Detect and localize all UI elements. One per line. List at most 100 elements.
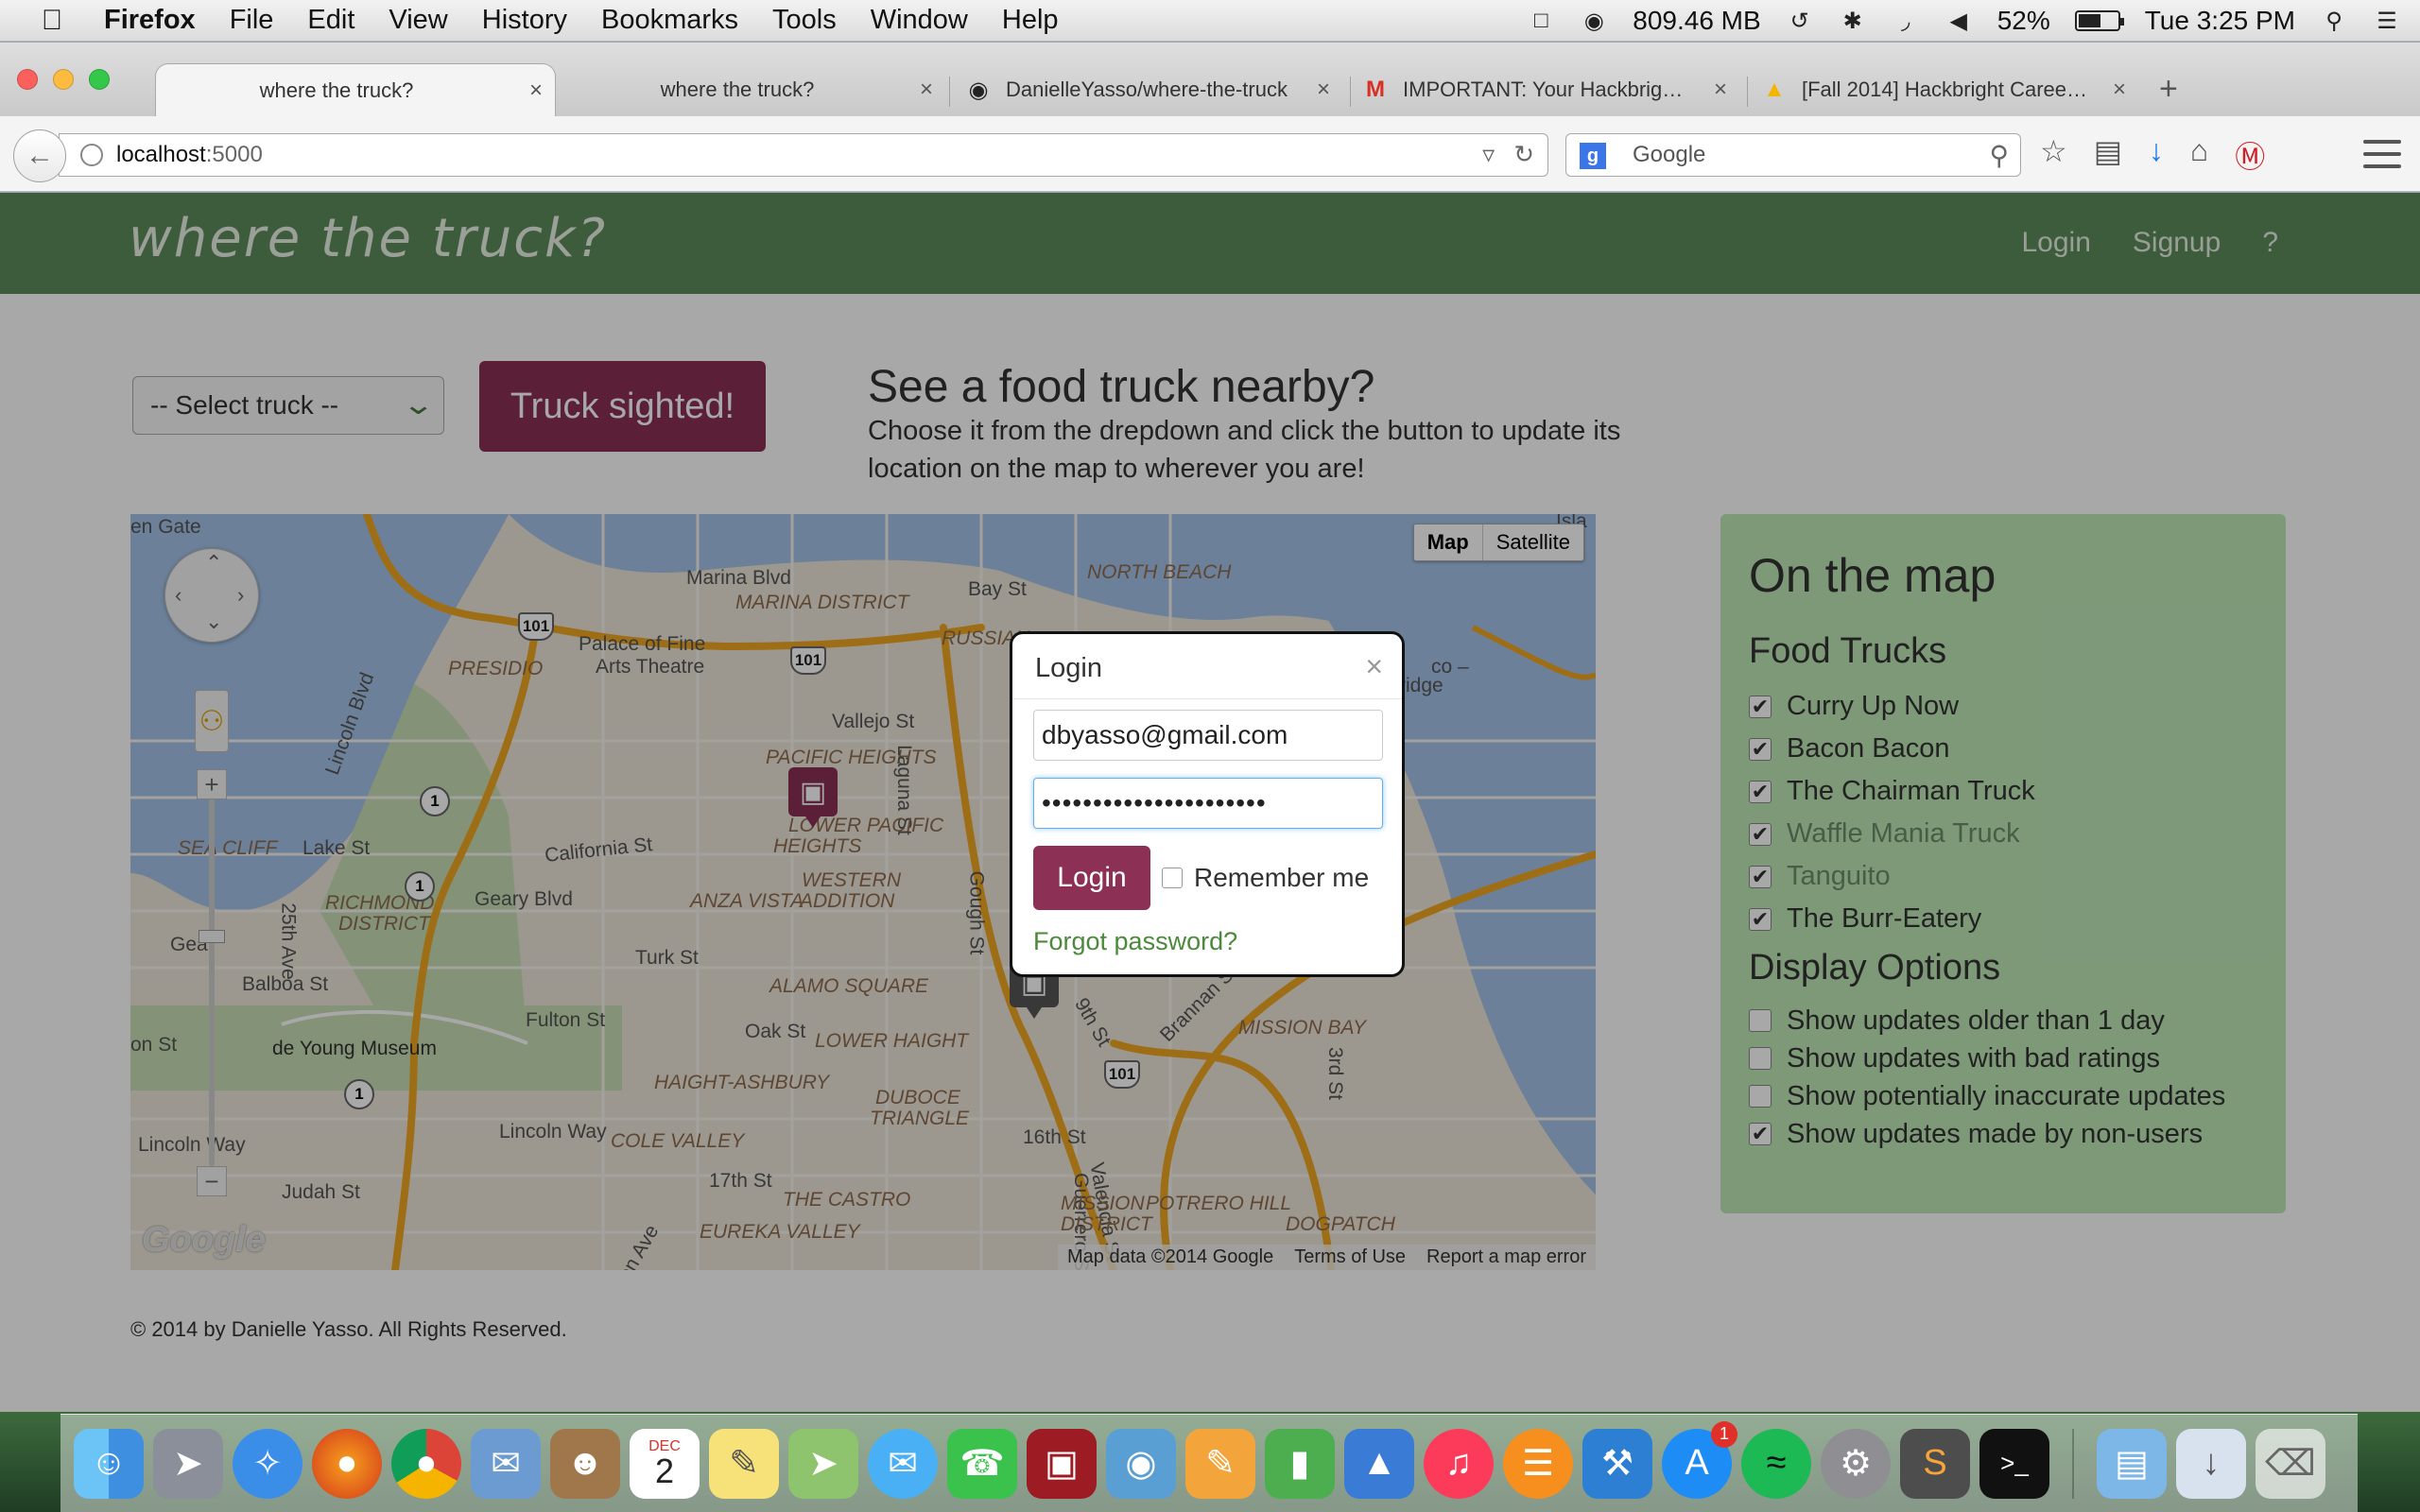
macos-menubar:  Firefox File Edit View History Bookmar… bbox=[0, 0, 2420, 42]
menu-history[interactable]: History bbox=[482, 5, 567, 36]
url-bar[interactable]: localhost:5000 ▿ ↻ bbox=[59, 133, 1548, 177]
tab-github-repo[interactable]: ◉ DanielleYasso/where-the-truck × bbox=[964, 63, 1342, 116]
tab-where-the-truck[interactable]: where the truck? × bbox=[567, 63, 945, 116]
documents-folder-icon[interactable]: ▤ bbox=[2097, 1428, 2167, 1499]
maps-icon[interactable]: ➤ bbox=[788, 1428, 858, 1499]
menu-help[interactable]: Help bbox=[1002, 5, 1059, 36]
reload-icon[interactable]: ↻ bbox=[1513, 140, 1534, 169]
close-tab-icon[interactable]: × bbox=[1305, 77, 1342, 103]
tab-where-the-truck-active[interactable]: where the truck? × bbox=[155, 63, 556, 116]
app-store-icon[interactable]: A1 bbox=[1662, 1420, 1737, 1499]
tab-separator bbox=[1747, 77, 1748, 107]
messages-icon[interactable]: ✉ bbox=[868, 1428, 938, 1499]
calendar-icon[interactable]: DEC 2 bbox=[630, 1428, 700, 1499]
trash-icon[interactable]: ⌫ bbox=[2256, 1428, 2325, 1499]
chrome-icon[interactable]: ● bbox=[391, 1428, 461, 1499]
launchpad-icon[interactable]: ➤ bbox=[153, 1428, 223, 1499]
facetime-icon[interactable]: ☎ bbox=[947, 1428, 1017, 1499]
safari-icon[interactable]: ✧ bbox=[233, 1428, 302, 1499]
itunes-icon[interactable]: ♫ bbox=[1424, 1428, 1494, 1499]
menu-view[interactable]: View bbox=[389, 5, 447, 36]
checkbox[interactable] bbox=[1162, 868, 1183, 888]
html5-shield-icon[interactable]: □ bbox=[1527, 7, 1555, 35]
search-icon[interactable]: ⚲ bbox=[1989, 140, 2009, 171]
system-preferences-icon[interactable]: ⚙ bbox=[1821, 1428, 1891, 1499]
notes-icon[interactable]: ✎ bbox=[709, 1428, 779, 1499]
email-field[interactable] bbox=[1033, 710, 1383, 761]
password-field[interactable] bbox=[1033, 778, 1383, 829]
bookmark-star-icon[interactable]: ☆ bbox=[2040, 133, 2067, 177]
new-tab-plus-icon[interactable]: + bbox=[2159, 71, 2178, 108]
reading-list-icon[interactable]: ▤ bbox=[2094, 133, 2122, 177]
google-search-engine-icon[interactable]: g bbox=[1580, 143, 1606, 169]
tab-label: [Fall 2014] Hackbright Caree… bbox=[1802, 77, 2088, 101]
downloads-stack-icon[interactable]: ↓ bbox=[2176, 1428, 2246, 1499]
iphoto-icon[interactable]: ◉ bbox=[1106, 1428, 1176, 1499]
contacts-icon[interactable]: ☻ bbox=[550, 1428, 620, 1499]
battery-icon[interactable] bbox=[2074, 10, 2124, 31]
login-submit-button[interactable]: Login bbox=[1033, 846, 1150, 910]
close-tab-icon[interactable]: × bbox=[908, 77, 945, 103]
firefox-icon[interactable]: ● bbox=[312, 1428, 382, 1499]
notification-center-icon[interactable]: ☰ bbox=[2373, 7, 2401, 35]
keynote-icon[interactable]: ▲ bbox=[1344, 1428, 1414, 1499]
ibooks-icon[interactable]: ☰ bbox=[1503, 1428, 1573, 1499]
menu-hamburger-icon[interactable] bbox=[2363, 135, 2401, 173]
notification-badge: 1 bbox=[1711, 1420, 1737, 1448]
close-window-button[interactable] bbox=[17, 69, 38, 90]
modal-divider bbox=[1012, 698, 1402, 699]
memory-gauge-icon[interactable]: ◉ bbox=[1580, 7, 1608, 35]
memory-readout: 809.46 MB bbox=[1633, 6, 1761, 35]
tab-google-drive[interactable]: ▲ [Fall 2014] Hackbright Caree… × bbox=[1760, 63, 2138, 116]
back-arrow-icon: ← bbox=[26, 140, 54, 171]
apple-menu-icon[interactable]:  bbox=[0, 5, 104, 37]
zoom-window-button[interactable] bbox=[89, 69, 110, 90]
url-host: localhost bbox=[116, 142, 206, 167]
back-button[interactable]: ← bbox=[13, 129, 66, 182]
close-tab-icon[interactable]: × bbox=[2100, 77, 2138, 103]
home-icon[interactable]: ⌂ bbox=[2190, 133, 2208, 177]
pages-icon[interactable]: ✎ bbox=[1185, 1428, 1255, 1499]
menu-edit[interactable]: Edit bbox=[307, 5, 354, 36]
volume-icon[interactable]: ◀ bbox=[1945, 7, 1973, 35]
drive-icon: ▲ bbox=[1763, 77, 1786, 102]
time-machine-icon[interactable]: ↺ bbox=[1786, 7, 1814, 35]
dock-separator bbox=[2072, 1428, 2074, 1499]
close-tab-icon[interactable]: × bbox=[1702, 77, 1739, 103]
remember-me-label: Remember me bbox=[1194, 863, 1370, 892]
forgot-password-link[interactable]: Forgot password? bbox=[1033, 927, 1237, 956]
menu-window[interactable]: Window bbox=[871, 5, 968, 36]
minimize-window-button[interactable] bbox=[53, 69, 74, 90]
menu-app-name[interactable]: Firefox bbox=[104, 5, 196, 36]
dropdown-history-icon[interactable]: ▿ bbox=[1482, 140, 1495, 169]
close-tab-icon[interactable]: × bbox=[517, 77, 555, 104]
terminal-icon[interactable]: >_ bbox=[1979, 1428, 2049, 1499]
browser-tab-bar: where the truck? × where the truck? × ◉ … bbox=[0, 43, 2420, 116]
globe-icon bbox=[80, 144, 103, 166]
menu-tools[interactable]: Tools bbox=[772, 5, 837, 36]
pinterest-icon[interactable]: Ⓜ bbox=[2235, 133, 2265, 177]
remember-me-checkbox[interactable]: Remember me bbox=[1162, 863, 1369, 893]
spotify-icon[interactable]: ≈ bbox=[1741, 1428, 1811, 1499]
tab-label: where the truck? bbox=[660, 77, 815, 101]
menubar-clock[interactable]: Tue 3:25 PM bbox=[2145, 6, 2295, 36]
close-icon[interactable]: × bbox=[1365, 649, 1383, 684]
gmail-icon: M bbox=[1366, 77, 1385, 102]
menu-bookmarks[interactable]: Bookmarks bbox=[601, 5, 738, 36]
numbers-icon[interactable]: ▮ bbox=[1265, 1428, 1335, 1499]
spotlight-search-icon[interactable]: ⚲ bbox=[2320, 7, 2348, 35]
wifi-icon[interactable]: ◞ bbox=[1892, 7, 1920, 35]
tab-gmail[interactable]: M IMPORTANT: Your Hackbrig… × bbox=[1361, 63, 1739, 116]
tab-label: where the truck? bbox=[259, 77, 414, 102]
search-bar[interactable]: g Google ⚲ bbox=[1565, 133, 2021, 177]
bluetooth-icon[interactable]: ✱ bbox=[1839, 7, 1867, 35]
finder-icon[interactable]: ☺ bbox=[74, 1428, 144, 1499]
mail-icon[interactable]: ✉ bbox=[471, 1428, 541, 1499]
sublime-text-icon[interactable]: S bbox=[1900, 1428, 1970, 1499]
xcode-icon[interactable]: ⚒ bbox=[1582, 1428, 1652, 1499]
photo-booth-icon[interactable]: ▣ bbox=[1027, 1428, 1097, 1499]
battery-fill bbox=[2078, 14, 2100, 27]
macos-dock: ☺ ➤ ✧ ● ● ✉ ☻ DEC 2 ✎ ➤ ✉ ☎ ▣ ◉ ✎ ▮ ▲ ♫ … bbox=[60, 1414, 2358, 1512]
downloads-icon[interactable]: ↓ bbox=[2149, 133, 2164, 177]
menu-file[interactable]: File bbox=[230, 5, 274, 36]
